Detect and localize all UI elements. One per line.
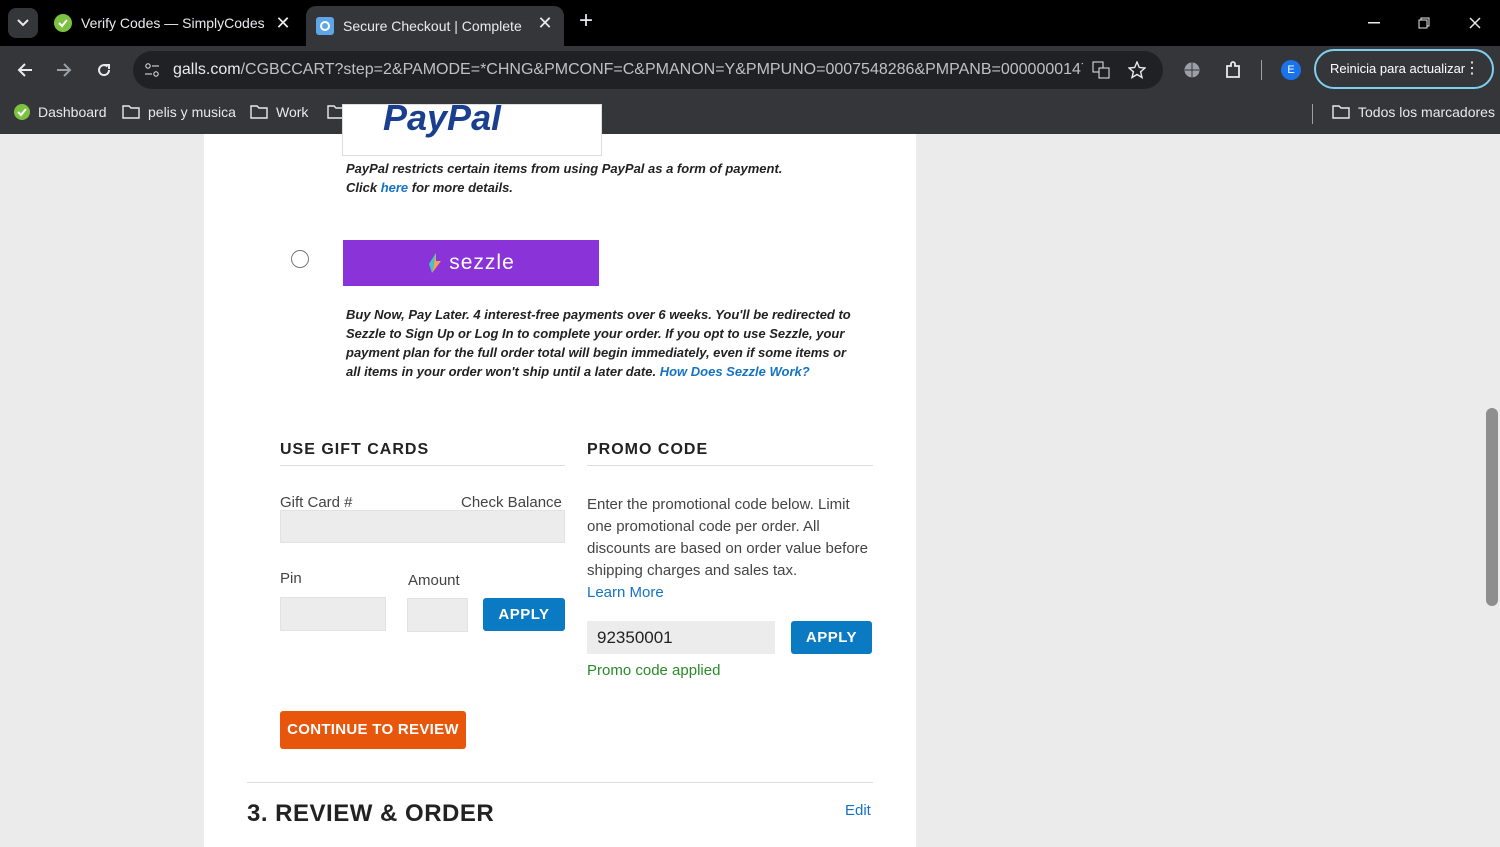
galls-favicon-icon: [316, 17, 334, 35]
sezzle-description: Buy Now, Pay Later. 4 interest-free paym…: [346, 307, 851, 379]
browser-chrome: Verify Codes — SimplyCodes ✕ Secure Chec…: [0, 0, 1500, 134]
bookmarks-bar: Dashboard pelis y musica Work add Todos …: [0, 94, 1500, 134]
sezzle-mark-icon: [429, 253, 442, 273]
tab-title: Secure Checkout | Complete Your Order: [343, 18, 526, 34]
reload-icon[interactable]: [91, 57, 117, 83]
tab-verify-codes[interactable]: Verify Codes — SimplyCodes ✕: [44, 6, 302, 40]
translate-icon[interactable]: [1092, 61, 1110, 79]
bookmark-dashboard[interactable]: Dashboard: [14, 104, 107, 120]
paypal-logo: PayPal: [383, 104, 502, 138]
close-window-icon[interactable]: [1460, 8, 1490, 38]
bookmark-label: Todos los marcadores: [1358, 104, 1495, 120]
bookmark-star-icon[interactable]: [1128, 61, 1146, 79]
all-bookmarks-folder[interactable]: Todos los marcadores: [1332, 104, 1495, 120]
new-tab-button[interactable]: +: [574, 9, 598, 33]
pin-input[interactable]: [280, 597, 386, 631]
restart-to-update-button[interactable]: Reinicia para actualizar ⋮: [1314, 49, 1494, 89]
paypal-option-logo[interactable]: PayPal: [342, 104, 602, 156]
url-text: galls.com/CGBCCART?step=2&PAMODE=*CHNG&P…: [173, 61, 1083, 78]
close-tab-icon[interactable]: ✕: [536, 14, 554, 32]
gift-card-apply-button[interactable]: APPLY: [483, 598, 565, 631]
gift-card-label: Gift Card #: [280, 494, 353, 511]
pin-label: Pin: [280, 570, 302, 587]
close-tab-icon[interactable]: ✕: [274, 14, 292, 32]
sezzle-radio[interactable]: [291, 250, 309, 268]
section-divider: [247, 782, 873, 783]
review-order-title: 3. REVIEW & ORDER: [247, 800, 495, 827]
checkout-content: PayPal PayPal restricts certain items fr…: [204, 104, 916, 847]
paypal-restriction-note: PayPal restricts certain items from usin…: [346, 161, 783, 195]
simplycodes-favicon-icon: [54, 14, 72, 32]
globe-extension-icon[interactable]: [1179, 57, 1205, 83]
bookmark-label: Dashboard: [38, 104, 107, 120]
promo-status-message: Promo code applied: [587, 662, 721, 679]
promo-code-rule: [587, 465, 873, 466]
bookmark-folder-work[interactable]: Work: [250, 104, 308, 120]
check-balance-link[interactable]: Check Balance: [461, 494, 562, 511]
how-sezzle-works-link[interactable]: How Does Sezzle Work?: [660, 364, 810, 379]
minimize-icon[interactable]: [1359, 8, 1389, 38]
tab-search-button[interactable]: [8, 8, 38, 38]
browser-toolbar: galls.com/CGBCCART?step=2&PAMODE=*CHNG&P…: [0, 46, 1500, 94]
amount-label: Amount: [408, 572, 460, 589]
amount-input[interactable]: [407, 598, 468, 632]
sezzle-option-logo[interactable]: sezzle: [343, 240, 599, 286]
sezzle-label: sezzle: [449, 251, 515, 274]
promo-description: Enter the promotional code below. Limit …: [587, 496, 869, 601]
continue-to-review-button[interactable]: CONTINUE TO REVIEW: [280, 711, 466, 749]
bookmark-label: pelis y musica: [148, 104, 236, 120]
restore-icon[interactable]: [1409, 8, 1439, 38]
tab-title: Verify Codes — SimplyCodes: [81, 15, 265, 31]
menu-kebab-icon[interactable]: ⋮: [1464, 51, 1480, 87]
address-bar[interactable]: galls.com/CGBCCART?step=2&PAMODE=*CHNG&P…: [133, 51, 1163, 89]
promo-code-title: PROMO CODE: [587, 441, 709, 458]
bookmark-label: Work: [276, 104, 309, 120]
update-label: Reinicia para actualizar: [1330, 61, 1466, 76]
gift-cards-rule: [280, 465, 565, 466]
profile-avatar[interactable]: E: [1281, 60, 1301, 80]
tab-strip: Verify Codes — SimplyCodes ✕ Secure Chec…: [0, 0, 1500, 46]
folder-icon: [250, 105, 268, 119]
dashboard-favicon-icon: [14, 104, 30, 120]
extensions-puzzle-icon[interactable]: [1220, 57, 1246, 83]
paypal-details-link[interactable]: here: [381, 180, 408, 195]
toolbar-separator: [1261, 60, 1262, 80]
learn-more-link[interactable]: Learn More: [587, 584, 664, 601]
gift-card-input[interactable]: [280, 510, 565, 543]
review-edit-link[interactable]: Edit: [845, 802, 871, 819]
gift-cards-title: USE GIFT CARDS: [280, 441, 430, 458]
site-settings-icon[interactable]: [144, 62, 160, 78]
forward-arrow-icon[interactable]: [51, 57, 77, 83]
chevron-down-icon: [17, 19, 29, 27]
page-scrollbar-thumb[interactable]: [1486, 408, 1498, 606]
bookmark-folder-pelis[interactable]: pelis y musica: [122, 104, 236, 120]
promo-code-input[interactable]: 92350001: [587, 621, 775, 654]
bookmarks-separator: [1312, 104, 1313, 124]
back-arrow-icon[interactable]: [12, 57, 38, 83]
folder-icon: [122, 105, 140, 119]
promo-apply-button[interactable]: APPLY: [791, 621, 872, 654]
folder-icon: [1332, 105, 1350, 119]
tab-secure-checkout[interactable]: Secure Checkout | Complete Your Order ✕: [306, 6, 564, 46]
